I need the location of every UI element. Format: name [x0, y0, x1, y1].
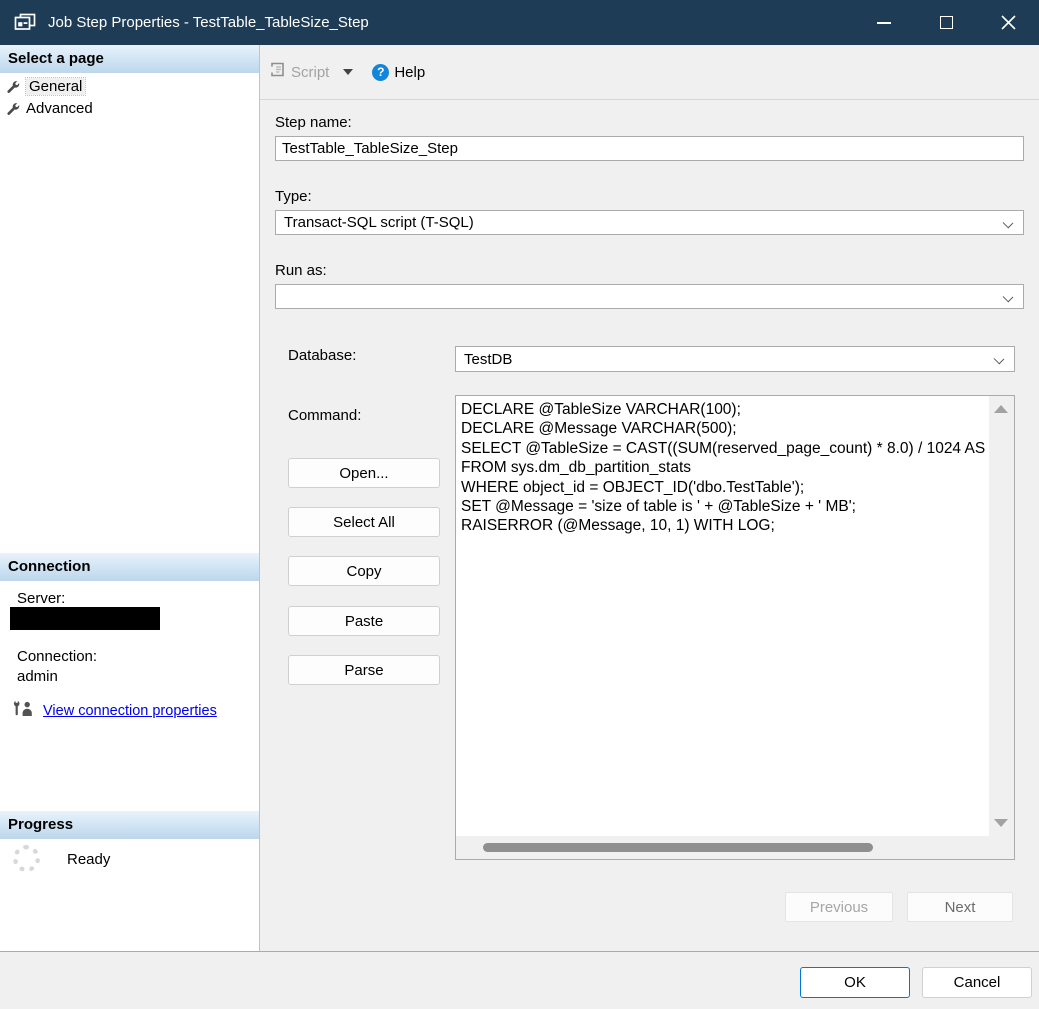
footer-bar: OK Cancel — [0, 951, 1039, 1009]
type-dropdown[interactable]: Transact-SQL script (T-SQL) — [275, 210, 1024, 235]
progress-header: Progress — [0, 811, 259, 839]
connection-value: admin — [17, 668, 58, 685]
previous-button[interactable]: Previous — [785, 892, 893, 922]
type-label: Type: — [275, 188, 312, 205]
script-button[interactable]: Script — [269, 61, 329, 83]
select-all-button[interactable]: Select All — [288, 507, 440, 537]
database-dropdown[interactable]: TestDB — [455, 346, 1015, 372]
user-wrench-icon — [12, 700, 34, 722]
toolbar: Script ? Help — [260, 45, 1039, 100]
next-button[interactable]: Next — [907, 892, 1013, 922]
server-label: Server: — [17, 590, 66, 607]
run-as-dropdown[interactable] — [275, 284, 1024, 309]
horizontal-scrollbar-thumb[interactable] — [483, 843, 873, 852]
script-label: Script — [291, 63, 330, 81]
sidebar-item-advanced[interactable]: Advanced — [6, 98, 93, 119]
parse-button[interactable]: Parse — [288, 655, 440, 685]
progress-status: Ready — [67, 851, 111, 868]
server-value-redacted — [10, 607, 160, 630]
step-name-input[interactable] — [275, 136, 1024, 161]
sidebar-item-label: Advanced — [26, 100, 93, 117]
horizontal-scrollbar[interactable] — [456, 836, 1014, 859]
sidebar-item-general[interactable]: General — [6, 76, 87, 97]
script-chevron-down-icon[interactable] — [343, 69, 354, 75]
chevron-down-icon — [993, 353, 1005, 365]
command-line: FROM sys.dm_db_partition_stats — [461, 459, 692, 477]
database-label: Database: — [288, 347, 357, 364]
job-step-properties-dialog: Job Step Properties - TestTable_TableSiz… — [0, 0, 1039, 1009]
help-label: Help — [394, 63, 426, 81]
maximize-icon[interactable] — [915, 0, 977, 45]
wrench-icon — [6, 102, 20, 116]
command-text-area[interactable]: DECLARE @TableSize VARCHAR(100); DECLARE… — [456, 396, 989, 836]
app-window-icon — [13, 13, 36, 32]
database-dropdown-value: TestDB — [464, 350, 513, 368]
minimize-icon[interactable] — [853, 0, 915, 45]
chevron-down-icon — [1002, 291, 1014, 303]
sidebar: Select a page General Advanced Connectio… — [0, 45, 260, 951]
scroll-up-icon[interactable] — [994, 405, 1008, 413]
command-line: DECLARE @Message VARCHAR(500); — [461, 420, 737, 438]
scroll-down-icon[interactable] — [994, 819, 1008, 827]
chevron-down-icon — [1002, 217, 1014, 229]
select-a-page-header: Select a page — [0, 45, 259, 73]
connection-label: Connection: — [17, 648, 98, 665]
view-connection-properties-row: View connection properties — [12, 700, 217, 722]
command-line: SET @Message = 'size of table is ' + @Ta… — [461, 498, 856, 516]
script-icon — [269, 61, 286, 83]
command-line: DECLARE @TableSize VARCHAR(100); — [461, 401, 741, 418]
connection-header: Connection — [0, 553, 259, 581]
command-line: RAISERROR (@Message, 10, 1) WITH LOG; — [461, 517, 775, 535]
cancel-button[interactable]: Cancel — [922, 967, 1032, 998]
help-question-icon: ? — [372, 63, 390, 81]
window-controls — [853, 0, 1039, 45]
command-label: Command: — [288, 407, 362, 424]
help-button[interactable]: ? Help — [372, 63, 426, 81]
dialog-body: Select a page General Advanced Connectio… — [0, 45, 1039, 951]
close-icon[interactable] — [977, 0, 1039, 45]
vertical-scrollbar[interactable] — [989, 396, 1014, 836]
type-dropdown-value: Transact-SQL script (T-SQL) — [284, 214, 474, 231]
view-connection-properties-link[interactable]: View connection properties — [43, 703, 217, 719]
command-editor: DECLARE @TableSize VARCHAR(100); DECLARE… — [455, 395, 1015, 860]
spinner-ring-icon — [13, 845, 40, 872]
ok-button[interactable]: OK — [800, 967, 910, 998]
command-line: SELECT @TableSize = CAST((SUM(reserved_p… — [461, 439, 986, 457]
copy-button[interactable]: Copy — [288, 556, 440, 586]
paste-button[interactable]: Paste — [288, 606, 440, 636]
wrench-icon — [6, 80, 20, 94]
step-name-label: Step name: — [275, 114, 352, 131]
window-title: Job Step Properties - TestTable_TableSiz… — [48, 14, 369, 31]
run-as-label: Run as: — [275, 262, 327, 279]
title-bar: Job Step Properties - TestTable_TableSiz… — [0, 0, 1039, 45]
main-panel: Script ? Help Step name: Type: Transact-… — [260, 45, 1039, 951]
open-button[interactable]: Open... — [288, 458, 440, 488]
sidebar-item-label: General — [24, 77, 87, 96]
command-line: WHERE object_id = OBJECT_ID('dbo.TestTab… — [461, 478, 805, 496]
